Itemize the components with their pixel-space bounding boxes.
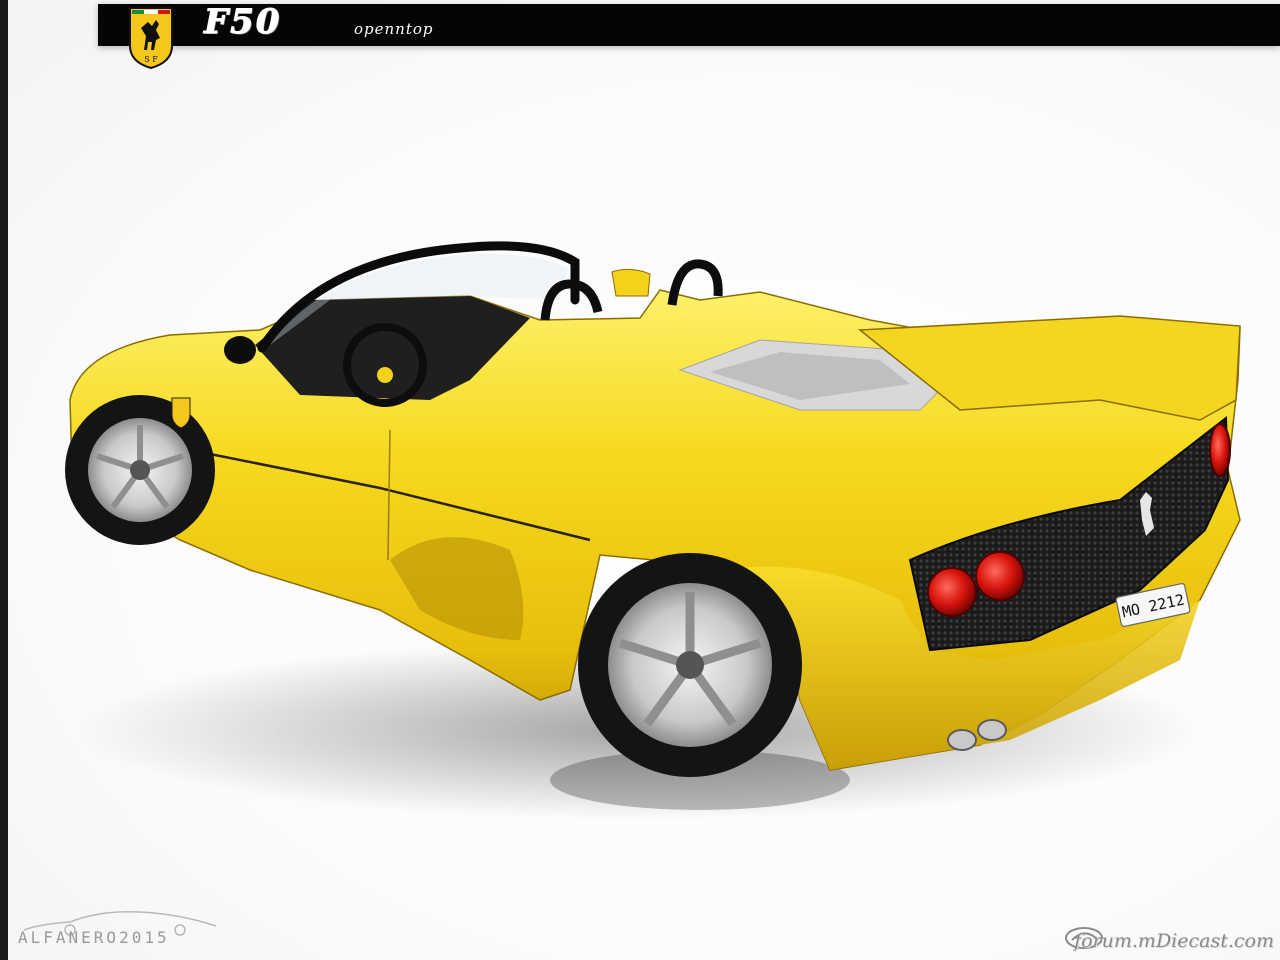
exhaust-1 [947,729,977,751]
taillight-3 [1209,423,1231,477]
car-scene: MO 2212 [65,241,1241,820]
side-mirror [224,336,256,364]
front-hub [130,460,150,480]
photographer-credit: ALFANERO2015 [18,928,170,947]
taillight-2 [975,551,1025,601]
rear-mirror [611,268,651,297]
exhaust-2 [977,719,1007,741]
side-shield-badge [171,397,191,429]
steering-hub [377,367,393,383]
taillight-1 [927,567,977,617]
watermark-site: forum.mDiecast.com [1074,930,1274,952]
rear-hub [676,651,704,679]
